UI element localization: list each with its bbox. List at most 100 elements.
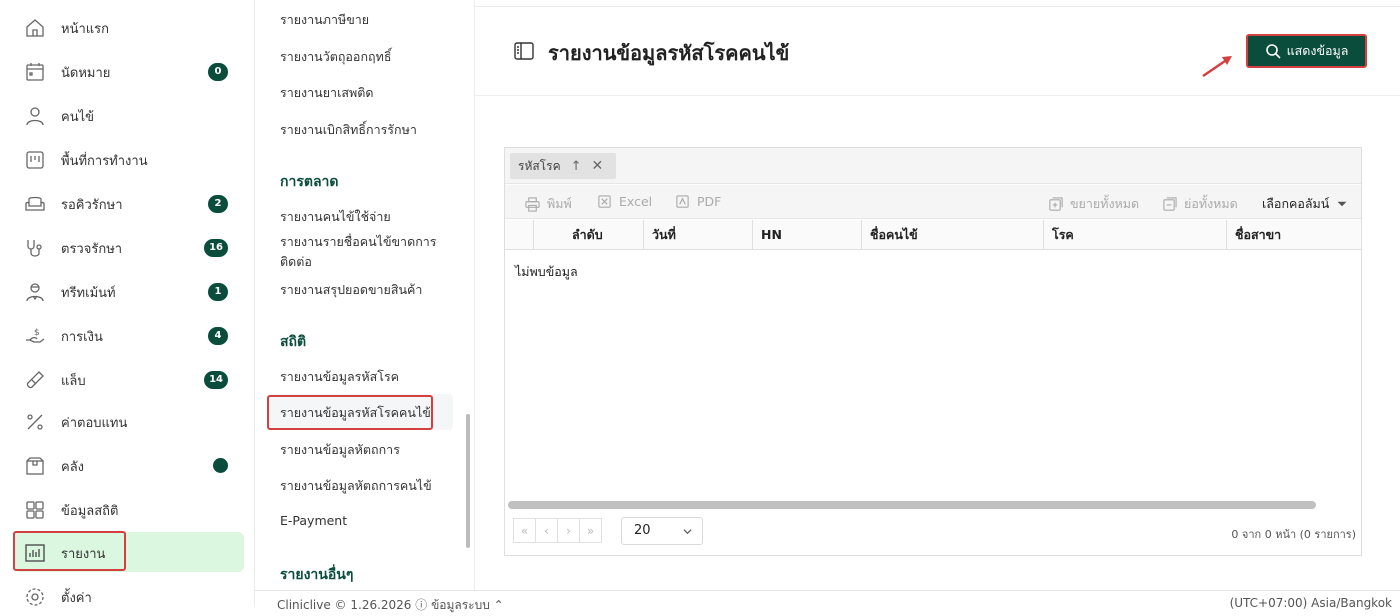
last-page-button[interactable]: » (579, 518, 602, 543)
empty-message: ไม่พบข้อมูล (515, 264, 578, 279)
nav-item-settings[interactable]: ตั้งค่า (14, 576, 244, 616)
count-badge: 2 (208, 195, 228, 213)
choose-columns-button[interactable]: เลือกคอลัมน์ (1262, 194, 1348, 214)
nav-item-finance[interactable]: $ การเงิน 4 (14, 315, 244, 355)
excel-label: Excel (619, 194, 653, 209)
sort-ascending-icon[interactable]: ↑ (571, 159, 582, 174)
column-header-date[interactable]: วันที่ (643, 220, 752, 250)
submenu-item[interactable]: รายงานวัตถุออกฤทธิ์ (280, 47, 391, 67)
nav-label: ตรวจรักษา (61, 242, 123, 257)
submenu-section-title: รายงานอื่นๆ (280, 567, 354, 583)
calendar-icon (24, 61, 46, 83)
pagination: « ‹ › » (513, 518, 602, 543)
first-page-button[interactable]: « (513, 518, 536, 543)
nav-item-waiting-queue[interactable]: รอคิวรักษา 2 (14, 183, 244, 223)
column-header-hn[interactable]: HN (752, 220, 861, 250)
status-dot (213, 458, 228, 473)
nav-label: การเงิน (61, 330, 103, 345)
column-header-order[interactable]: ลำดับ (533, 220, 643, 250)
nav-item-reports[interactable]: รายงาน (14, 532, 244, 572)
pdf-button[interactable]: PDF (675, 194, 721, 209)
excel-button[interactable]: Excel (597, 194, 652, 209)
column-header-branch[interactable]: ชื่อสาขา (1226, 220, 1363, 250)
footer-timezone: (UTC+07:00) Asia/Bangkok (1229, 596, 1392, 610)
nav-item-examination[interactable]: ตรวจรักษา 16 (14, 227, 244, 267)
sidebar-toggle-icon[interactable] (513, 40, 535, 62)
main-sidebar: หน้าแรก นัดหมาย 0 คนไข้ พื้นที่การทำงาน … (0, 0, 255, 606)
grid-toolbar: พิมพ์ Excel PDF ขยายทั้งหมด ย่อทั้งหมด เ… (505, 185, 1361, 219)
print-button[interactable]: พิมพ์ (525, 194, 572, 214)
pdf-icon (676, 195, 689, 208)
next-page-button[interactable]: › (557, 518, 580, 543)
page-size-value: 20 (634, 523, 651, 538)
expand-all-button[interactable]: ขยายทั้งหมด (1048, 194, 1139, 214)
group-chip[interactable]: รหัสโรค ↑ ✕ (510, 153, 616, 179)
count-badge: 14 (204, 371, 228, 389)
divider (475, 95, 1400, 96)
nav-item-patients[interactable]: คนไข้ (14, 95, 244, 135)
collapse-all-button[interactable]: ย่อทั้งหมด (1162, 194, 1238, 214)
divider (475, 6, 1400, 7)
submenu-item-active[interactable]: รายงานข้อมูลรหัสโรคคนไข้ (280, 403, 431, 423)
submenu-item[interactable]: รายงานรายชื่อคนไข้ขาดการติดต่อ (280, 232, 450, 272)
nav-label: นัดหมาย (61, 66, 111, 81)
sofa-icon (24, 193, 46, 215)
submenu-item[interactable]: รายงานคนไข้ใช้จ่าย (280, 207, 391, 227)
nav-item-lab[interactable]: แล็บ 14 (14, 359, 244, 399)
nav-label: คลัง (61, 460, 85, 475)
nav-label: ตั้งค่า (61, 591, 92, 606)
submenu-item[interactable]: รายงานข้อมูลหัตถการคนไข้ (280, 476, 432, 496)
page-info: 0 จาก 0 หน้า (0 รายการ) (1231, 528, 1356, 541)
nav-label: คนไข้ (61, 110, 95, 125)
printer-icon (525, 196, 540, 212)
submenu-item[interactable]: รายงานภาษีขาย (280, 10, 369, 30)
user-icon (24, 105, 46, 127)
submenu-section-title: การตลาด (280, 174, 339, 190)
nav-item-inventory[interactable]: คลัง (14, 445, 244, 485)
column-header-disease[interactable]: โรค (1043, 220, 1226, 250)
main-content: รายงานข้อมูลรหัสโรคคนไข้ แสดงข้อมูล รหัส… (475, 0, 1400, 590)
excel-icon (598, 195, 611, 208)
group-panel: รหัสโรค ↑ ✕ (505, 148, 1361, 184)
count-badge: 16 (204, 239, 228, 257)
search-icon (1265, 44, 1281, 59)
nav-item-statistics[interactable]: ข้อมูลสถิติ (14, 489, 244, 529)
submenu-item[interactable]: รายงานยาเสพติด (280, 83, 373, 103)
submenu-item[interactable]: รายงานข้อมูลหัตถการ (280, 440, 400, 460)
box-icon (24, 455, 46, 477)
percent-icon (24, 411, 46, 433)
doctor-icon (24, 281, 46, 303)
submenu-item[interactable]: รายงานเบิกสิทธิ์การรักษา (280, 120, 417, 140)
nav-item-treatment[interactable]: ทรีทเม้นท์ 1 (14, 271, 244, 311)
report-submenu: รายงานภาษีขาย รายงานวัตถุออกฤทธิ์ รายงาน… (255, 0, 475, 590)
submenu-item[interactable]: รายงานสรุปยอดขายสินค้า (280, 280, 422, 300)
data-grid: รหัสโรค ↑ ✕ พิมพ์ Excel PDF ขยายทั้งหมด (504, 147, 1362, 556)
choose-columns-label: เลือกคอลัมน์ (1262, 196, 1330, 211)
chevron-down-icon (683, 529, 692, 535)
nav-item-home[interactable]: หน้าแรก (14, 7, 244, 47)
horizontal-scrollbar[interactable] (508, 501, 1316, 509)
page-size-select[interactable]: 20 (621, 517, 703, 545)
page-title: รายงานข้อมูลรหัสโรคคนไข้ (548, 41, 790, 65)
prev-page-button[interactable]: ‹ (535, 518, 558, 543)
nav-item-compensation[interactable]: ค่าตอบแทน (14, 401, 244, 441)
nav-item-appointments[interactable]: นัดหมาย 0 (14, 51, 244, 91)
group-chip-label: รหัสโรค (518, 158, 561, 173)
nav-item-workspace[interactable]: พื้นที่การทำงาน (14, 139, 244, 179)
collapse-icon (1163, 196, 1177, 211)
close-icon[interactable]: ✕ (592, 158, 604, 174)
show-data-button[interactable]: แสดงข้อมูล (1246, 34, 1367, 68)
count-badge: 1 (208, 283, 228, 301)
stethoscope-icon (24, 237, 46, 259)
nav-label: หน้าแรก (61, 22, 109, 37)
pointer-arrow-icon (1202, 56, 1232, 78)
money-hand-icon: $ (24, 325, 46, 347)
submenu-scrollbar[interactable] (466, 414, 470, 548)
workspace-icon (24, 149, 46, 171)
submenu-item[interactable]: E-Payment (280, 513, 347, 528)
report-chart-icon (24, 542, 46, 564)
collapse-all-label: ย่อทั้งหมด (1184, 196, 1238, 211)
submenu-item[interactable]: รายงานข้อมูลรหัสโรค (280, 367, 399, 387)
column-header-patient-name[interactable]: ชื่อคนไข้ (861, 220, 1043, 250)
nav-label: ข้อมูลสถิติ (61, 504, 119, 519)
